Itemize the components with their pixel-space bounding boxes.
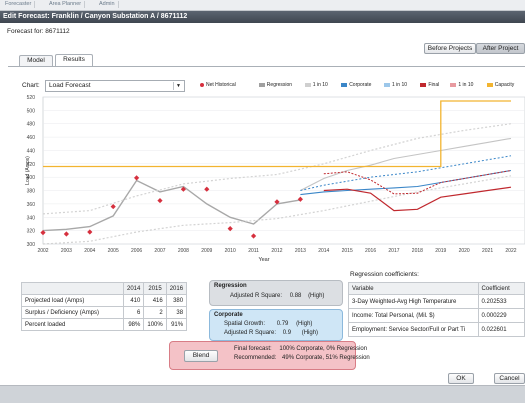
spatial-label: Spatial Growth:: [224, 321, 266, 327]
table-row: Employment: Service Sector/Full or Part …: [348, 322, 525, 337]
summary-header: [21, 282, 124, 295]
x-tick-label: 2006: [131, 248, 142, 254]
y-axis-label: Load (Amps): [25, 156, 31, 185]
ok-button[interactable]: OK: [448, 373, 474, 384]
y-tick-label: 380: [27, 189, 36, 195]
cell: 98%: [122, 318, 145, 331]
regression-r2-value: 0.88: [289, 293, 302, 299]
cell: 2: [143, 306, 167, 319]
table-row: Surplus / Deficiency (Amps) 6 2 38: [21, 306, 188, 319]
summary-header: 2016: [165, 282, 188, 295]
cell: 6: [122, 306, 145, 319]
final-label: Final forecast:: [234, 346, 272, 352]
corporate-r2: Adjusted R Square: 0.9 (High): [224, 330, 318, 336]
regression-r2: Adjusted R Square: 0.88 (High): [230, 293, 324, 299]
x-tick-label: 2018: [412, 248, 423, 254]
summary-header: 2014: [122, 282, 145, 295]
table-row: Income: Total Personal, (Mil. $) 0.00022…: [348, 308, 525, 323]
x-tick-label: 2019: [435, 248, 446, 254]
y-tick-label: 480: [27, 122, 36, 128]
recommended: Recommended: 49% Corporate, 51% Regressi…: [234, 355, 370, 361]
y-tick-label: 340: [27, 215, 36, 221]
load-forecast-chart: 3003203403603804004204404604805005202002…: [25, 95, 525, 263]
x-tick-label: 2007: [154, 248, 165, 254]
cell: 100%: [143, 318, 167, 331]
y-tick-label: 440: [27, 148, 36, 154]
status-strip: [0, 385, 525, 403]
y-tick-label: 520: [27, 95, 36, 101]
plot-area: [42, 96, 525, 245]
cell: 380: [165, 294, 188, 307]
table-row: Projected load (Amps) 410 416 380: [21, 294, 188, 307]
regression-title: Regression: [214, 283, 247, 289]
row-label: Percent loaded: [21, 318, 124, 331]
x-tick-label: 2016: [365, 248, 376, 254]
coefficient: 0.202533: [477, 294, 525, 309]
x-tick-label: 2012: [271, 248, 282, 254]
x-tick-label: 2010: [225, 248, 236, 254]
x-tick-label: 2009: [201, 248, 212, 254]
cell: 410: [122, 294, 145, 307]
variable: Income: Total Personal, (Mil. $): [348, 308, 479, 323]
corp-r2-label: Adjusted R Square:: [224, 330, 277, 336]
corp-r2-quality: (High): [301, 330, 319, 336]
corporate-title: Corporate: [214, 312, 243, 318]
summary-header: 2015: [143, 282, 167, 295]
variable: 3-Day Weighted-Avg High Temperature: [348, 294, 479, 309]
regression-box: Regression Adjusted R Square: 0.88 (High…: [209, 280, 343, 306]
x-tick-label: 2022: [505, 248, 516, 254]
coefficient: 0.000229: [477, 308, 525, 323]
summary-table: 2014 2015 2016 Projected load (Amps) 410…: [21, 282, 188, 331]
spatial-value: 0.79: [276, 321, 289, 327]
rec-label: Recommended:: [234, 355, 277, 361]
x-tick-label: 2015: [342, 248, 353, 254]
x-tick-label: 2014: [318, 248, 329, 254]
x-tick-label: 2002: [37, 248, 48, 254]
x-tick-label: 2011: [248, 248, 259, 254]
y-tick-label: 300: [27, 242, 36, 248]
spatial-quality: (High): [296, 321, 313, 327]
x-tick-label: 2020: [459, 248, 470, 254]
regression-r2-label: Adjusted R Square:: [230, 293, 283, 299]
final-value: 100% Corporate, 0% Regression: [279, 346, 368, 352]
coefficient: 0.022601: [477, 322, 525, 337]
cell: 38: [165, 306, 188, 319]
y-tick-label: 320: [27, 229, 36, 235]
blend-box: Blend Final forecast: 100% Corporate, 0%…: [169, 341, 370, 370]
table-row: 3-Day Weighted-Avg High Temperature 0.20…: [348, 294, 525, 309]
y-tick-label: 500: [27, 108, 36, 114]
y-tick-label: 360: [27, 202, 36, 208]
cancel-button[interactable]: Cancel: [494, 373, 525, 384]
x-tick-label: 2013: [295, 248, 306, 254]
corp-r2-value: 0.9: [282, 330, 292, 336]
x-tick-label: 2017: [388, 248, 399, 254]
x-tick-label: 2021: [482, 248, 493, 254]
coefficients-title: Regression coefficients:: [350, 271, 419, 278]
corporate-spatial: Spatial Growth: 0.79 (High): [224, 321, 312, 327]
variable: Employment: Service Sector/Full or Part …: [348, 322, 479, 337]
x-tick-label: 2004: [84, 248, 95, 254]
table-row: Percent loaded 98% 100% 91%: [21, 318, 188, 331]
coef-header: Coefficient: [477, 282, 525, 295]
regression-r2-quality: (High): [308, 293, 325, 299]
corporate-box: Corporate Spatial Growth: 0.79 (High) Ad…: [209, 309, 343, 341]
blend-button[interactable]: Blend: [184, 350, 218, 362]
row-label: Projected load (Amps): [21, 294, 124, 307]
row-label: Surplus / Deficiency (Amps): [21, 306, 124, 319]
y-tick-label: 460: [27, 135, 36, 141]
coefficients-table: Variable Coefficient 3-Day Weighted-Avg …: [348, 282, 525, 337]
cell: 416: [143, 294, 167, 307]
coef-header: Variable: [348, 282, 479, 295]
cell: 91%: [165, 318, 188, 331]
x-tick-label: 2003: [61, 248, 72, 254]
final-forecast: Final forecast: 100% Corporate, 0% Regre…: [234, 346, 367, 352]
x-tick-label: 2008: [178, 248, 189, 254]
x-tick-label: 2005: [108, 248, 119, 254]
rec-value: 49% Corporate, 51% Regression: [282, 355, 370, 361]
x-axis-label: Year: [258, 257, 269, 263]
